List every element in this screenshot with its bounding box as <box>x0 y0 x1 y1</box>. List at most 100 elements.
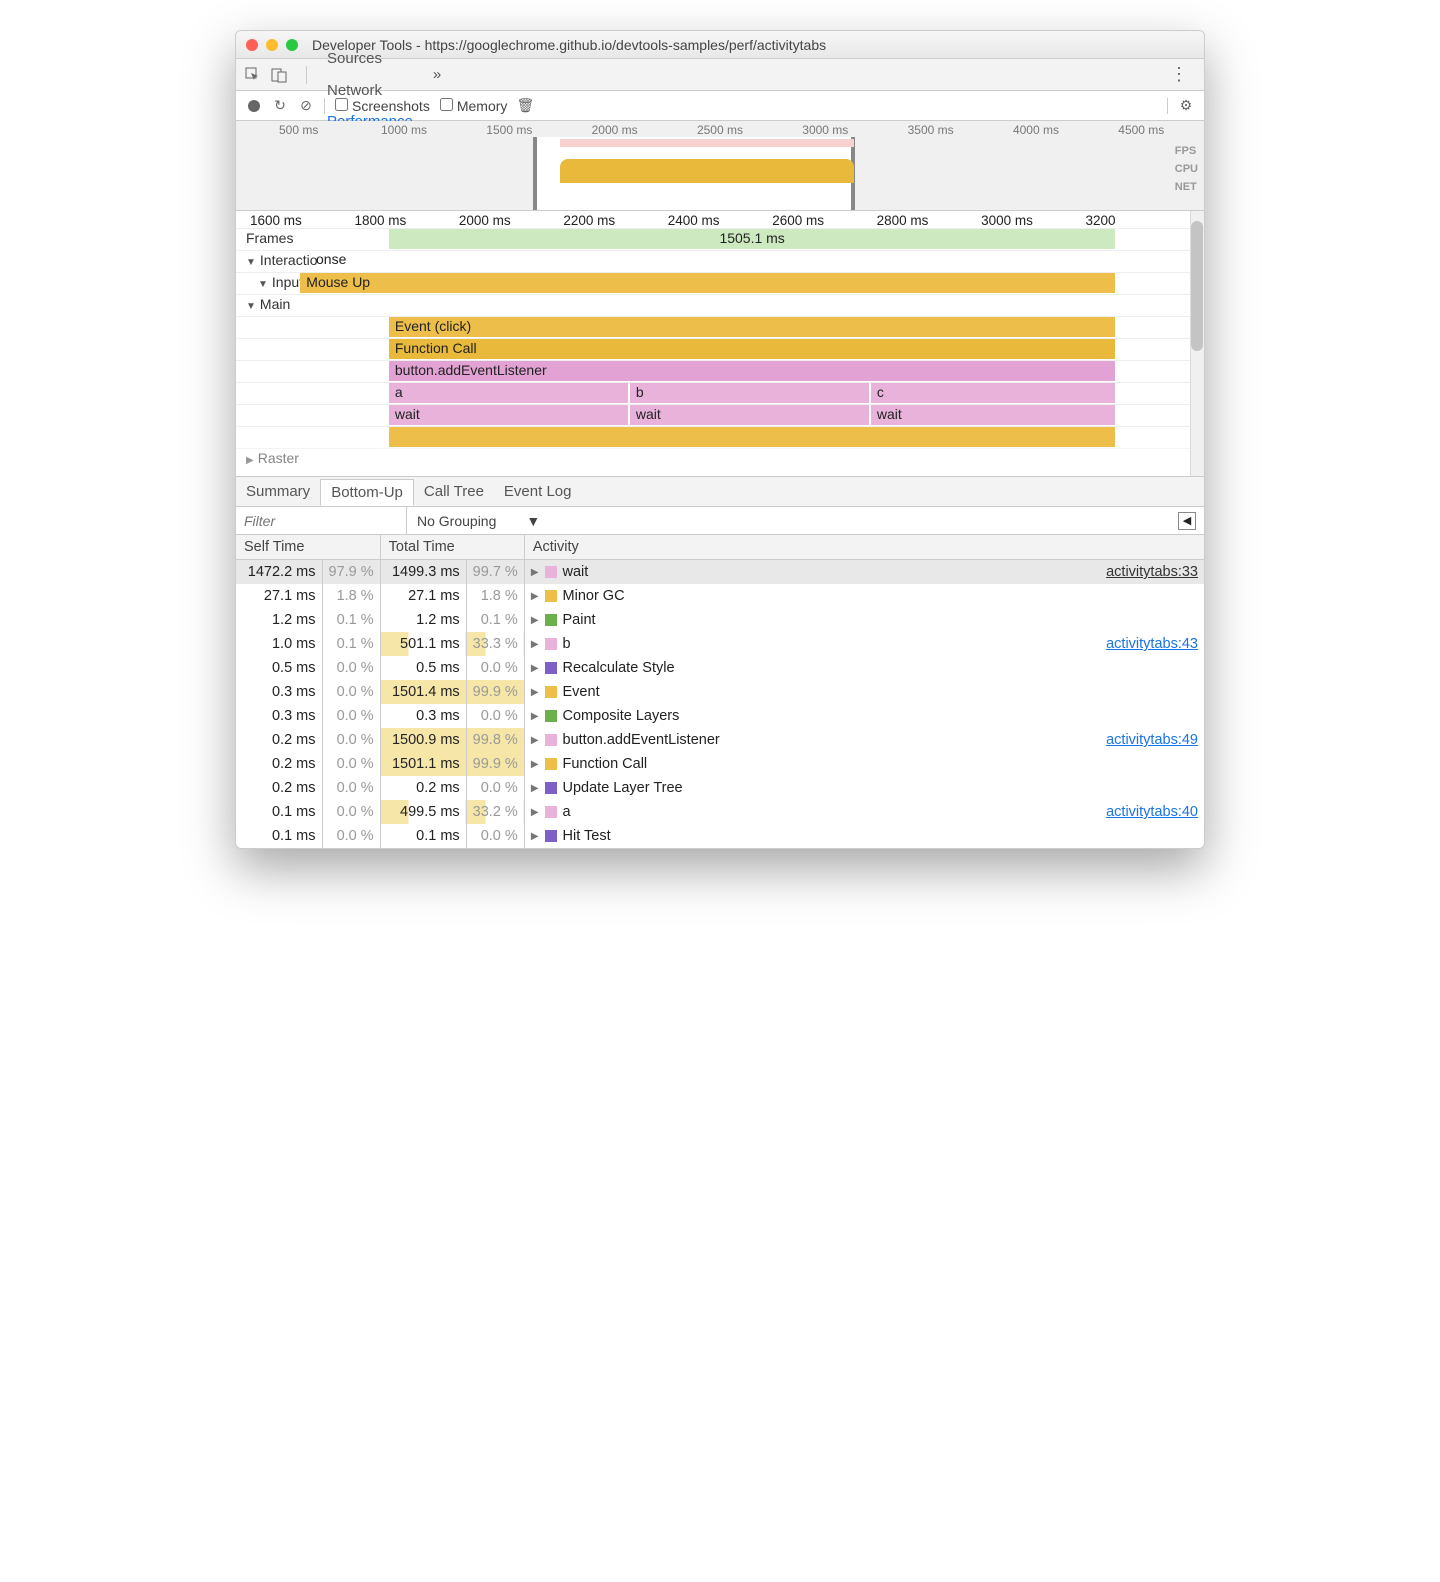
chevron-right-icon[interactable]: ▶ <box>531 639 539 650</box>
raster-track: ▶Raster <box>236 448 1204 470</box>
device-icon[interactable] <box>270 66 288 84</box>
main-label[interactable]: ▼Main <box>236 295 318 316</box>
overview-strip[interactable]: 500 ms1000 ms1500 ms2000 ms2500 ms3000 m… <box>236 121 1204 211</box>
table-row[interactable]: 0.3 ms0.0 %1501.4 ms99.9 %▶Event <box>236 680 1204 704</box>
flame-bar[interactable]: Event (click) <box>389 317 1116 337</box>
flame-bar[interactable]: wait <box>630 405 869 425</box>
chevron-right-icon[interactable]: ▶ <box>531 663 539 674</box>
close-icon[interactable] <box>246 39 258 51</box>
main-flame-row: Function Call <box>236 338 1204 360</box>
flame-bar[interactable]: wait <box>871 405 1116 425</box>
grouping-select[interactable]: No Grouping ▼ <box>407 513 550 529</box>
table-row[interactable]: 0.1 ms0.0 %0.1 ms0.0 %▶Hit Test <box>236 824 1204 848</box>
table-row[interactable]: 0.2 ms0.0 %1501.1 ms99.9 %▶Function Call <box>236 752 1204 776</box>
chevron-down-icon: ▼ <box>258 279 268 290</box>
interactions-label[interactable]: ▼Interactions <box>236 251 318 272</box>
overview-cpu-band <box>560 159 853 183</box>
col-total-time[interactable]: Total Time <box>380 535 524 560</box>
filter-bar: No Grouping ▼ ◀ <box>236 507 1204 535</box>
source-link[interactable]: activitytabs:33 <box>1106 564 1198 580</box>
scrollbar-thumb[interactable] <box>1191 221 1203 351</box>
kebab-icon[interactable]: ⋮ <box>1170 66 1188 84</box>
tab-console[interactable]: Console <box>317 30 423 43</box>
chevron-right-icon[interactable]: ▶ <box>531 687 539 698</box>
flame-bar[interactable]: b <box>630 383 869 403</box>
flame-bar[interactable] <box>389 427 1116 447</box>
zoom-icon[interactable] <box>286 39 298 51</box>
chevron-right-icon[interactable]: ▶ <box>531 711 539 722</box>
record-icon[interactable] <box>246 98 262 114</box>
input-bar[interactable]: Mouse Up <box>300 273 1115 293</box>
separator <box>1167 98 1168 114</box>
gear-icon[interactable]: ⚙ <box>1178 98 1194 114</box>
source-link[interactable]: activitytabs:40 <box>1106 804 1198 820</box>
chevron-right-icon[interactable]: ▶ <box>531 615 539 626</box>
tab-more[interactable]: » <box>423 59 451 91</box>
main-tabs: ElementsConsoleSourcesNetworkPerformance… <box>236 59 1204 91</box>
flame-chart[interactable]: 1600 ms1800 ms2000 ms2200 ms2400 ms2600 … <box>236 211 1204 477</box>
chevron-right-icon[interactable]: ▶ <box>531 567 539 578</box>
source-link[interactable]: activitytabs:43 <box>1106 636 1198 652</box>
tab-sources[interactable]: Sources <box>317 43 423 75</box>
main-flame-row: abc <box>236 382 1204 404</box>
table-row[interactable]: 0.2 ms0.0 %0.2 ms0.0 %▶Update Layer Tree <box>236 776 1204 800</box>
table-row[interactable]: 1.0 ms0.1 %501.1 ms33.3 %▶bactivitytabs:… <box>236 632 1204 656</box>
chevron-right-icon[interactable]: ▶ <box>531 831 539 842</box>
activity-swatch <box>545 782 557 794</box>
trash-icon[interactable]: 🗑 <box>517 98 533 114</box>
minimize-icon[interactable] <box>266 39 278 51</box>
col-self-time[interactable]: Self Time <box>236 535 380 560</box>
chevron-right-icon[interactable]: ▶ <box>531 735 539 746</box>
flame-bar[interactable]: a <box>389 383 628 403</box>
main-track-header: ▼Main <box>236 294 1204 316</box>
table-row[interactable]: 0.5 ms0.0 %0.5 ms0.0 %▶Recalculate Style <box>236 656 1204 680</box>
table-row[interactable]: 27.1 ms1.8 %27.1 ms1.8 %▶Minor GC <box>236 584 1204 608</box>
chevron-right-icon[interactable]: ▶ <box>531 759 539 770</box>
subtab-call-tree[interactable]: Call Tree <box>414 479 494 504</box>
chevron-down-icon: ▼ <box>246 257 256 268</box>
chevron-right-icon[interactable]: ▶ <box>531 783 539 794</box>
memory-toggle[interactable]: Memory <box>440 98 508 114</box>
screenshots-toggle[interactable]: Screenshots <box>335 98 430 114</box>
grouping-label: No Grouping <box>417 513 496 529</box>
activity-swatch <box>545 758 557 770</box>
flame-bar[interactable]: c <box>871 383 1116 403</box>
table-row[interactable]: 0.1 ms0.0 %499.5 ms33.2 %▶aactivitytabs:… <box>236 800 1204 824</box>
reload-icon[interactable]: ↻ <box>272 98 288 114</box>
source-link[interactable]: activitytabs:49 <box>1106 732 1198 748</box>
separator <box>306 66 307 84</box>
subtab-event-log[interactable]: Event Log <box>494 479 582 504</box>
chevron-right-icon: ▶ <box>246 455 254 466</box>
col-activity[interactable]: Activity <box>524 535 1204 560</box>
table-row[interactable]: 0.3 ms0.0 %0.3 ms0.0 %▶Composite Layers <box>236 704 1204 728</box>
flame-scrollbar[interactable] <box>1190 211 1204 476</box>
chevron-down-icon: ▼ <box>526 513 540 529</box>
raster-label[interactable]: ▶Raster <box>236 449 318 470</box>
bottom-up-table: Self Time Total Time Activity 1472.2 ms9… <box>236 535 1204 848</box>
flame-bar[interactable]: button.addEventListener <box>389 361 1116 381</box>
memory-label: Memory <box>457 98 508 114</box>
activity-swatch <box>545 662 557 674</box>
flame-bar[interactable]: Function Call <box>389 339 1116 359</box>
show-heaviest-stack-icon[interactable]: ◀ <box>1178 512 1196 530</box>
subtab-bottom-up[interactable]: Bottom-Up <box>320 479 414 506</box>
table-row[interactable]: 1.2 ms0.1 %1.2 ms0.1 %▶Paint <box>236 608 1204 632</box>
activity-swatch <box>545 686 557 698</box>
clear-icon[interactable]: ⊘ <box>298 98 314 114</box>
chevron-right-icon[interactable]: ▶ <box>531 807 539 818</box>
flame-bar[interactable]: wait <box>389 405 628 425</box>
details-tabs: SummaryBottom-UpCall TreeEvent Log <box>236 477 1204 507</box>
frame-bar[interactable]: 1505.1 ms <box>389 229 1116 249</box>
inspect-icon[interactable] <box>244 66 262 84</box>
table-row[interactable]: 0.2 ms0.0 %1500.9 ms99.8 %▶button.addEve… <box>236 728 1204 752</box>
table-row[interactable]: 1472.2 ms97.9 %1499.3 ms99.7 %▶waitactiv… <box>236 560 1204 585</box>
filter-input[interactable] <box>236 509 406 533</box>
overview-lane-labels: FPS CPU NET <box>1175 145 1198 193</box>
activity-swatch <box>545 806 557 818</box>
overview-frames-bar <box>560 139 853 147</box>
subtab-summary[interactable]: Summary <box>236 479 320 504</box>
activity-swatch <box>545 590 557 602</box>
activity-name: Hit Test <box>563 828 611 844</box>
activity-name: Composite Layers <box>563 708 680 724</box>
chevron-right-icon[interactable]: ▶ <box>531 591 539 602</box>
